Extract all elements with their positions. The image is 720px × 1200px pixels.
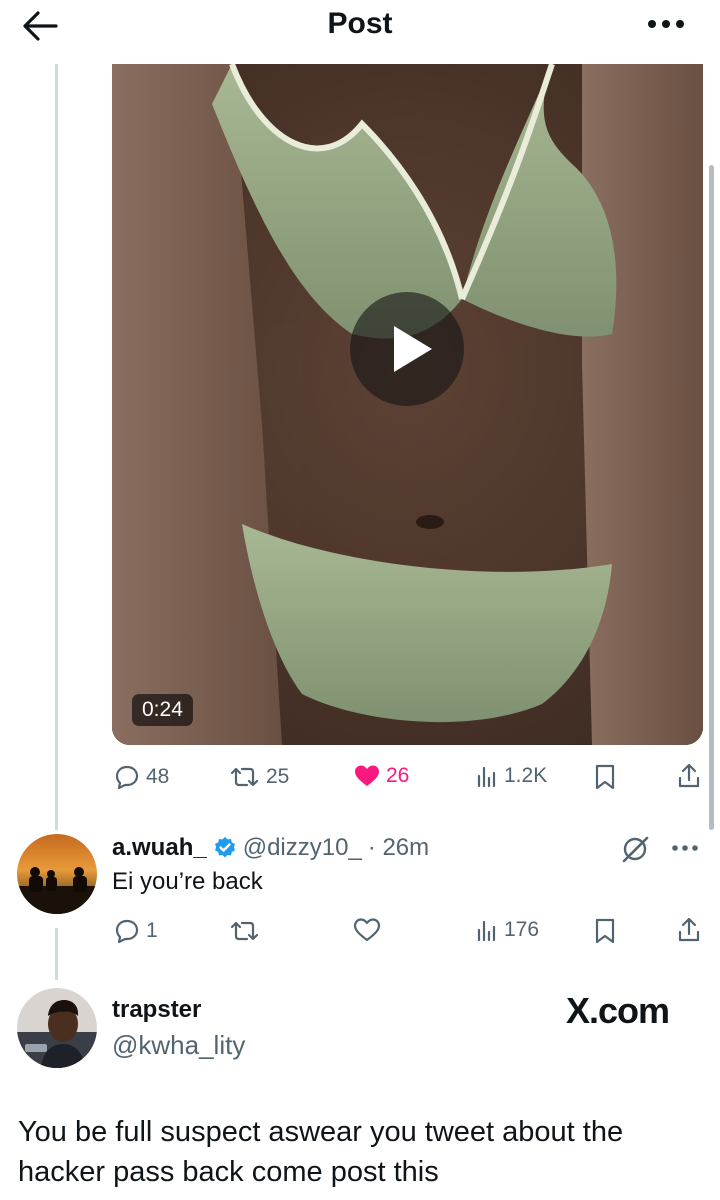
display-name[interactable]: trapster: [112, 996, 201, 1024]
share-icon: [678, 917, 700, 942]
more-options-button[interactable]: [644, 12, 688, 36]
avatar-image: [17, 834, 97, 914]
x-watermark: X.com: [566, 990, 670, 1031]
views-icon: [477, 766, 496, 788]
play-button[interactable]: [350, 292, 464, 406]
reply-header: a.wuah_ @dizzy10_ · 26m: [112, 830, 429, 866]
avatar[interactable]: [17, 834, 97, 914]
play-icon: [394, 326, 432, 372]
user-handle[interactable]: @dizzy10_: [243, 834, 362, 862]
bookmark-button[interactable]: [594, 764, 616, 790]
grok-icon: [622, 836, 649, 863]
repost-icon: [230, 767, 259, 787]
like-count: 26: [386, 764, 410, 787]
like-button[interactable]: [354, 918, 380, 942]
views-count: 176: [504, 918, 540, 941]
more-icon: [672, 845, 698, 851]
repost-icon: [230, 921, 259, 941]
like-button[interactable]: 26: [354, 764, 409, 788]
reply-text: Ei you’re back: [112, 868, 263, 895]
bookmark-button[interactable]: [594, 918, 616, 944]
display-name[interactable]: a.wuah_: [112, 834, 207, 862]
reply-icon: [115, 765, 139, 790]
share-button[interactable]: [677, 762, 701, 790]
post-time: · 26m: [367, 834, 430, 861]
bookmark-icon: [595, 764, 615, 790]
thread-line: [55, 64, 58, 830]
reply-button[interactable]: 1: [114, 918, 158, 944]
avatar[interactable]: [17, 988, 97, 1068]
heart-filled-icon: [355, 765, 379, 786]
video-duration-badge: 0:24: [132, 694, 193, 726]
avatar-image: [17, 988, 97, 1068]
repost-button[interactable]: [230, 918, 260, 944]
thread-line: [55, 928, 58, 980]
heart-outline-icon: [354, 918, 380, 942]
reply-count: 1: [146, 919, 158, 942]
share-icon: [678, 763, 700, 788]
top-bar: Post: [0, 0, 720, 64]
repost-count: 25: [266, 765, 290, 788]
grok-button[interactable]: [620, 834, 650, 864]
reply-button[interactable]: 48: [114, 764, 169, 790]
views-count: 1.2K: [504, 764, 548, 787]
verified-badge-icon: [214, 837, 235, 858]
user-handle[interactable]: @kwha_lity: [112, 1030, 245, 1061]
reply-count: 48: [146, 765, 170, 788]
scrollbar[interactable]: [709, 165, 714, 830]
post-text: You be full suspect aswear you tweet abo…: [18, 1116, 624, 1188]
views-button[interactable]: 176: [476, 918, 539, 942]
bookmark-icon: [595, 918, 615, 944]
repost-button[interactable]: 25: [230, 764, 289, 790]
reply-more-button[interactable]: [670, 843, 700, 853]
more-icon: [648, 20, 684, 28]
page-title: Post: [327, 7, 393, 40]
share-button[interactable]: [677, 916, 701, 944]
views-icon: [477, 920, 496, 942]
reply-icon: [115, 919, 139, 944]
views-button[interactable]: 1.2K: [476, 764, 547, 788]
